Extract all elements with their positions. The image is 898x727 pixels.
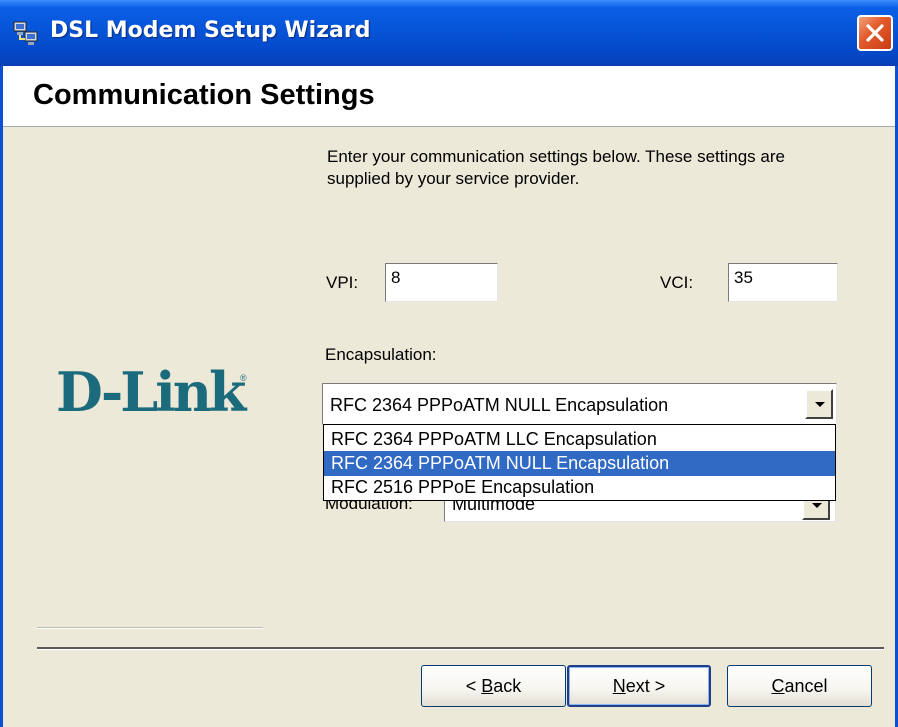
- dlink-logo: D-Link: [56, 360, 246, 424]
- vpi-label: VPI:: [326, 273, 359, 292]
- title-bar[interactable]: DSL Modem Setup Wizard: [0, 0, 898, 66]
- vci-label: VCI:: [660, 273, 694, 292]
- divider: [37, 647, 884, 650]
- window-title: DSL Modem Setup Wizard: [50, 18, 371, 43]
- wizard-header: Communication Settings: [0, 66, 898, 127]
- close-button[interactable]: [857, 15, 893, 51]
- encapsulation-label: Encapsulation:: [325, 345, 437, 364]
- cancel-button[interactable]: Cancel: [727, 665, 872, 707]
- chevron-down-icon: [812, 503, 822, 508]
- encapsulation-option-llc[interactable]: RFC 2364 PPPoATM LLC Encapsulation: [324, 427, 835, 452]
- back-button[interactable]: < Back: [421, 665, 566, 707]
- page-title: Communication Settings: [33, 79, 375, 111]
- encapsulation-value: RFC 2364 PPPoATM NULL Encapsulation: [330, 395, 669, 415]
- divider-short: [37, 627, 263, 629]
- encapsulation-dropdown-list: RFC 2364 PPPoATM LLC Encapsulation RFC 2…: [323, 424, 836, 501]
- intro-text: Enter your communication settings below.…: [327, 147, 785, 188]
- encapsulation-option-pppoe[interactable]: RFC 2516 PPPoE Encapsulation: [324, 475, 835, 500]
- vpi-input[interactable]: 8: [385, 263, 498, 302]
- encapsulation-select[interactable]: RFC 2364 PPPoATM NULL Encapsulation: [322, 383, 837, 425]
- network-computers-icon: [13, 21, 38, 45]
- close-icon: [866, 24, 884, 42]
- registered-mark: ®: [240, 373, 247, 383]
- vci-input[interactable]: 35: [728, 263, 838, 302]
- encapsulation-dropdown-button[interactable]: [805, 389, 833, 419]
- wizard-window: DSL Modem Setup Wizard Communication Set…: [0, 0, 898, 727]
- window-frame-left: [0, 66, 3, 727]
- encapsulation-option-null[interactable]: RFC 2364 PPPoATM NULL Encapsulation: [324, 451, 835, 476]
- next-button[interactable]: Next >: [567, 665, 711, 707]
- chevron-down-icon: [815, 402, 825, 407]
